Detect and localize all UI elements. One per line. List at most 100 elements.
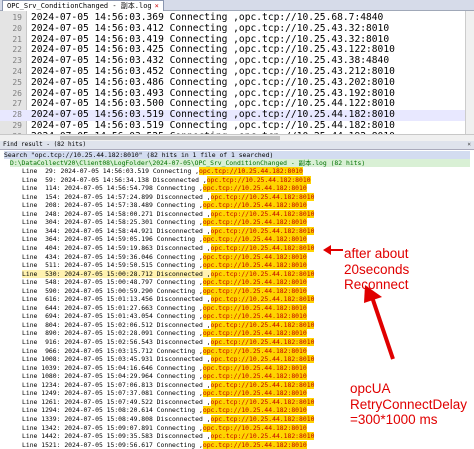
result-prefix: Line 1249: 2024-07-05 15:07:37.081 Conne…	[22, 389, 203, 398]
file-header[interactable]: D:\DataCollectV20\Client08\LogFolder\202…	[10, 159, 470, 167]
annotation-line: =300*1000 ms	[350, 412, 438, 427]
result-line[interactable]: Line 1080: 2024-07-05 15:04:29.964 Conne…	[22, 372, 307, 381]
result-match: opc.tcp://10.25.44.182:8010	[210, 243, 315, 252]
result-line[interactable]: Line 1039: 2024-07-05 15:04:16.646 Conne…	[22, 363, 307, 373]
line-number: 27	[12, 99, 22, 109]
line-number: 19	[12, 13, 22, 22]
result-match: opc.tcp://10.25.44.182:8010	[202, 235, 307, 244]
result-line[interactable]: Line 404: 2024-07-05 14:59:19.863 Discon…	[22, 243, 315, 253]
result-prefix: Line 344: 2024-07-05 14:58:44.921 Discon…	[22, 226, 211, 235]
result-prefix: Line 644: 2024-07-05 15:01:27.663 Connec…	[22, 303, 203, 312]
result-line[interactable]: Line 364: 2024-07-05 14:59:05.196 Connec…	[22, 235, 307, 244]
result-prefix: Line 890: 2024-07-05 15:02:28.091 Connec…	[22, 329, 203, 338]
result-line[interactable]: Line 248: 2024-07-05 14:58:00.271 Discon…	[22, 209, 315, 219]
result-match: opc.tcp://10.25.44.182:8010	[206, 175, 311, 184]
result-line[interactable]: Line 304: 2024-07-05 14:58:25.301 Connec…	[22, 218, 307, 227]
result-prefix: Line 616: 2024-07-05 15:01:13.456 Discon…	[22, 295, 211, 304]
line-number: 23	[12, 56, 22, 66]
result-line[interactable]: Line 59: 2024-07-05 14:56:34.138 Disconn…	[22, 175, 311, 185]
line-number: 20	[12, 23, 22, 33]
result-line[interactable]: Line 1442: 2024-07-05 15:09:35.583 Disco…	[22, 432, 315, 441]
result-prefix: Line 1339: 2024-07-05 15:08:49.808 Disco…	[22, 414, 211, 423]
result-prefix: Line 1080: 2024-07-05 15:04:29.964 Conne…	[22, 372, 203, 381]
result-line[interactable]: Line 434: 2024-07-05 14:59:36.046 Connec…	[22, 252, 307, 262]
close-tab-icon[interactable]: ×	[155, 2, 159, 10]
vertical-scrollbar[interactable]	[465, 11, 474, 134]
result-line[interactable]: Line 1521: 2024-07-05 15:09:56.617 Conne…	[22, 440, 307, 449]
editor-line[interactable]: 25 2024-07-05 14:56:03.486 Connecting ,op…	[0, 77, 466, 89]
result-match: opc.tcp://10.25.44.182:8010	[202, 346, 307, 355]
result-match: opc.tcp://10.25.44.182:8010	[202, 372, 307, 381]
editor-line[interactable]: 20 2024-07-05 14:56:03.412 Connecting ,op…	[0, 22, 466, 35]
result-match: opc.tcp://10.25.44.182:8010	[199, 167, 303, 175]
result-match: opc.tcp://10.25.44.182:8010	[202, 252, 307, 261]
result-prefix: Line 1008: 2024-07-05 15:03:45.931 Disco…	[22, 355, 211, 364]
result-prefix: Line 404: 2024-07-05 14:59:19.863 Discon…	[22, 243, 211, 252]
result-line[interactable]: Line 208: 2024-07-05 14:57:38.489 Connec…	[22, 201, 307, 210]
file-tab[interactable]: OPC_Srv_ConditionChanged - 副本.log ×	[2, 0, 164, 11]
result-line[interactable]: Line 1261: 2024-07-05 15:07:49.522 Disco…	[22, 397, 315, 407]
scrollbar-thumb[interactable]	[60, 136, 280, 140]
result-match: opc.tcp://10.25.44.182:8010	[210, 338, 315, 346]
line-number: 25	[12, 77, 22, 87]
result-line[interactable]: Line 644: 2024-07-05 15:01:27.663 Connec…	[22, 303, 307, 313]
result-prefix: Line 1294: 2024-07-05 15:08:20.614 Conne…	[22, 406, 203, 415]
result-line[interactable]: Line 511: 2024-07-05 14:59:50.515 Connec…	[22, 261, 307, 270]
result-line[interactable]: Line 548: 2024-07-05 15:00:48.797 Connec…	[22, 278, 307, 287]
result-prefix: Line 29: 2024-07-05 14:56:03.519 Connect…	[22, 167, 199, 175]
result-line[interactable]: Line 1249: 2024-07-05 15:07:37.081 Conne…	[22, 389, 307, 398]
result-line[interactable]: Line 29: 2024-07-05 14:56:03.519 Connect…	[22, 167, 303, 176]
result-match: opc.tcp://10.25.44.182:8010	[202, 278, 307, 287]
result-prefix: Line 364: 2024-07-05 14:59:05.196 Connec…	[22, 235, 203, 244]
result-match: opc.tcp://10.25.44.182:8010	[210, 269, 315, 278]
result-match: opc.tcp://10.25.44.182:8010	[202, 261, 307, 270]
result-line[interactable]: Line 1234: 2024-07-05 15:07:06.813 Disco…	[22, 380, 315, 390]
result-line[interactable]: Line 1294: 2024-07-05 15:08:20.614 Conne…	[22, 406, 307, 415]
result-prefix: Line 694: 2024-07-05 15:01:43.054 Connec…	[22, 312, 203, 321]
result-match: opc.tcp://10.25.44.182:8010	[202, 389, 307, 398]
result-prefix: Line 154: 2024-07-05 14:57:24.899 Discon…	[22, 192, 211, 201]
close-find-result-icon[interactable]: ×	[467, 141, 471, 149]
result-match: opc.tcp://10.25.44.182:8010	[210, 355, 315, 364]
search-header[interactable]: Search "opc.tcp://10.25.44.182:8010" (82…	[4, 151, 470, 159]
result-line[interactable]: Line 1339: 2024-07-05 15:08:49.808 Disco…	[22, 414, 315, 424]
result-line[interactable]: Line 590: 2024-07-05 15:00:59.290 Connec…	[22, 286, 307, 296]
result-prefix: Line 434: 2024-07-05 14:59:36.046 Connec…	[22, 252, 203, 261]
result-match: opc.tcp://10.25.44.182:8010	[202, 423, 307, 432]
tab-bar: OPC_Srv_ConditionChanged - 副本.log ×	[0, 0, 474, 11]
result-match: opc.tcp://10.25.44.182:8010	[202, 406, 307, 415]
result-prefix: Line 530: 2024-07-05 15:00:28.712 Discon…	[22, 269, 211, 278]
result-line[interactable]: Line 154: 2024-07-05 14:57:24.899 Discon…	[22, 192, 315, 202]
result-line[interactable]: Line 966: 2024-07-05 15:03:15.712 Connec…	[22, 346, 307, 356]
result-line[interactable]: Line 1008: 2024-07-05 15:03:45.931 Disco…	[22, 355, 315, 364]
result-match: opc.tcp://10.25.44.182:8010	[202, 218, 307, 227]
horizontal-scrollbar[interactable]	[0, 134, 474, 141]
result-line[interactable]: Line 344: 2024-07-05 14:58:44.921 Discon…	[22, 226, 315, 236]
result-prefix: Line 1521: 2024-07-05 15:09:56.617 Conne…	[22, 440, 203, 449]
result-prefix: Line 304: 2024-07-05 14:58:25.301 Connec…	[22, 218, 203, 227]
result-line[interactable]: Line 1342: 2024-07-05 15:09:07.891 Conne…	[22, 423, 307, 433]
result-line[interactable]: Line 804: 2024-07-05 15:02:06.512 Discon…	[22, 320, 315, 330]
line-number: 24	[12, 67, 22, 76]
result-match: opc.tcp://10.25.44.182:8010	[210, 432, 315, 441]
line-number: 21	[12, 34, 22, 44]
result-line[interactable]: Line 114: 2024-07-05 14:56:54.798 Connec…	[22, 184, 307, 193]
editor-pane[interactable]: 19 2024-07-05 14:56:03.369 Connecting ,op…	[0, 11, 466, 152]
annotation-line: opcUA	[350, 381, 391, 396]
annotation-retry-delay: opcUA RetryConnectDelay =300*1000 ms	[350, 381, 467, 428]
result-line[interactable]: Line 890: 2024-07-05 15:02:28.091 Connec…	[22, 329, 307, 338]
result-match: opc.tcp://10.25.44.182:8010	[210, 380, 315, 389]
result-line[interactable]: Line 694: 2024-07-05 15:01:43.054 Connec…	[22, 312, 307, 321]
result-line[interactable]: Line 916: 2024-07-05 15:02:56.543 Discon…	[22, 338, 315, 347]
result-match: opc.tcp://10.25.44.182:8010	[202, 329, 307, 338]
result-line[interactable]: Line 616: 2024-07-05 15:01:13.456 Discon…	[22, 295, 315, 304]
result-prefix: Line 1234: 2024-07-05 15:07:06.813 Disco…	[22, 380, 211, 389]
result-line[interactable]: Line 530: 2024-07-05 15:00:28.712 Discon…	[22, 269, 315, 279]
line-text: 2024-07-05 14:56:03.412 Connecting ,opc.…	[31, 22, 390, 34]
result-match: opc.tcp://10.25.44.182:8010	[202, 363, 307, 372]
result-prefix: Line 916: 2024-07-05 15:02:56.543 Discon…	[22, 338, 211, 346]
line-number: 28	[12, 110, 22, 120]
line-number: 26	[12, 88, 22, 98]
result-prefix: Line 1039: 2024-07-05 15:04:16.646 Conne…	[22, 363, 203, 372]
result-match: opc.tcp://10.25.44.182:8010	[202, 303, 307, 312]
